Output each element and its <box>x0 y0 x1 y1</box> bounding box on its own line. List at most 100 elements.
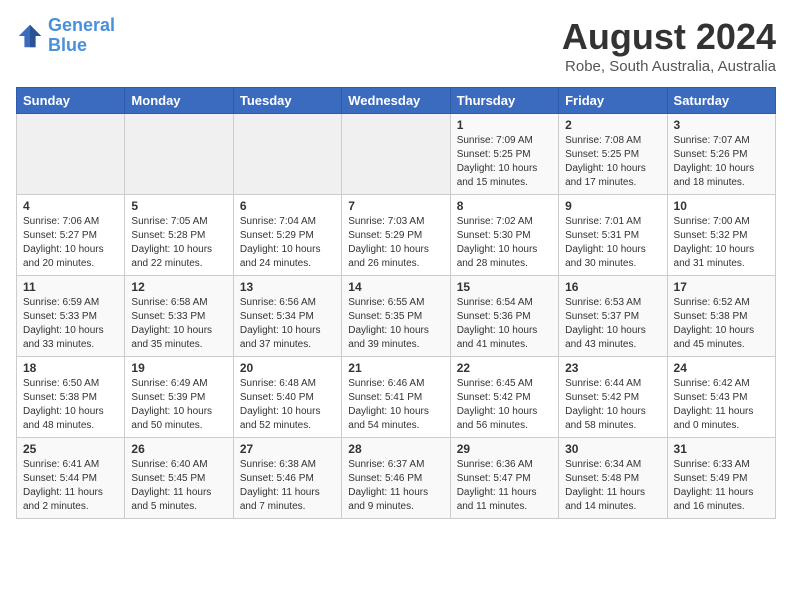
day-number: 30 <box>565 442 660 456</box>
day-number: 17 <box>674 280 769 294</box>
logo-text: General Blue <box>48 16 115 56</box>
table-cell: 17 Sunrise: 6:52 AM Sunset: 5:38 PM Dayli… <box>667 276 775 357</box>
day-info: Sunrise: 6:38 AM Sunset: 5:46 PM Dayligh… <box>240 458 335 514</box>
table-cell: 22 Sunrise: 6:45 AM Sunset: 5:42 PM Dayli… <box>450 357 558 438</box>
table-cell: 24 Sunrise: 6:42 AM Sunset: 5:43 PM Dayli… <box>667 357 775 438</box>
day-info: Sunrise: 7:07 AM Sunset: 5:26 PM Dayligh… <box>674 134 769 190</box>
table-cell: 4Sunrise: 7:06 AM Sunset: 5:27 PM Daylig… <box>17 195 125 276</box>
table-cell: 16Sunrise: 6:53 AM Sunset: 5:37 PM Dayli… <box>559 276 667 357</box>
location: Robe, South Australia, Australia <box>562 58 776 75</box>
header-thursday: Thursday <box>450 88 558 114</box>
table-cell: 19 Sunrise: 6:49 AM Sunset: 5:39 PM Dayli… <box>125 357 233 438</box>
day-info: Sunrise: 6:52 AM Sunset: 5:38 PM Dayligh… <box>674 296 769 352</box>
day-number: 29 <box>457 442 552 456</box>
day-info: Sunrise: 6:44 AM Sunset: 5:42 PM Dayligh… <box>565 377 660 433</box>
header-friday: Friday <box>559 88 667 114</box>
day-info: Sunrise: 6:58 AM Sunset: 5:33 PM Dayligh… <box>131 296 226 352</box>
day-number: 6 <box>240 199 335 213</box>
table-cell: 13 Sunrise: 6:56 AM Sunset: 5:34 PM Dayli… <box>233 276 341 357</box>
day-number: 13 <box>240 280 335 294</box>
table-cell: 6 Sunrise: 7:04 AM Sunset: 5:29 PM Daylig… <box>233 195 341 276</box>
header-monday: Monday <box>125 88 233 114</box>
week-row-4: 18 Sunrise: 6:50 AM Sunset: 5:38 PM Dayli… <box>17 357 776 438</box>
day-number: 2 <box>565 118 660 132</box>
table-cell: 23 Sunrise: 6:44 AM Sunset: 5:42 PM Dayli… <box>559 357 667 438</box>
table-cell <box>342 114 450 195</box>
day-info: Sunrise: 6:49 AM Sunset: 5:39 PM Dayligh… <box>131 377 226 433</box>
table-cell: 7 Sunrise: 7:03 AM Sunset: 5:29 PM Daylig… <box>342 195 450 276</box>
month-year: August 2024 <box>562 16 776 58</box>
day-number: 31 <box>674 442 769 456</box>
day-info: Sunrise: 6:45 AM Sunset: 5:42 PM Dayligh… <box>457 377 552 433</box>
day-number: 26 <box>131 442 226 456</box>
header-saturday: Saturday <box>667 88 775 114</box>
day-info: Sunrise: 6:42 AM Sunset: 5:43 PM Dayligh… <box>674 377 769 433</box>
day-info: Sunrise: 6:48 AM Sunset: 5:40 PM Dayligh… <box>240 377 335 433</box>
logo-line1: General <box>48 15 115 35</box>
day-number: 19 <box>131 361 226 375</box>
day-number: 12 <box>131 280 226 294</box>
day-number: 8 <box>457 199 552 213</box>
table-cell: 26 Sunrise: 6:40 AM Sunset: 5:45 PM Dayli… <box>125 438 233 519</box>
table-cell: 27Sunrise: 6:38 AM Sunset: 5:46 PM Dayli… <box>233 438 341 519</box>
header-wednesday: Wednesday <box>342 88 450 114</box>
table-cell: 30Sunrise: 6:34 AM Sunset: 5:48 PM Dayli… <box>559 438 667 519</box>
table-cell: 1Sunrise: 7:09 AM Sunset: 5:25 PM Daylig… <box>450 114 558 195</box>
day-number: 24 <box>674 361 769 375</box>
day-info: Sunrise: 6:36 AM Sunset: 5:47 PM Dayligh… <box>457 458 552 514</box>
table-cell: 31 Sunrise: 6:33 AM Sunset: 5:49 PM Dayli… <box>667 438 775 519</box>
day-info: Sunrise: 7:04 AM Sunset: 5:29 PM Dayligh… <box>240 215 335 271</box>
day-info: Sunrise: 6:46 AM Sunset: 5:41 PM Dayligh… <box>348 377 443 433</box>
table-cell: 21 Sunrise: 6:46 AM Sunset: 5:41 PM Dayli… <box>342 357 450 438</box>
table-cell: 12 Sunrise: 6:58 AM Sunset: 5:33 PM Dayli… <box>125 276 233 357</box>
day-info: Sunrise: 6:40 AM Sunset: 5:45 PM Dayligh… <box>131 458 226 514</box>
logo-line2: Blue <box>48 35 87 55</box>
day-number: 28 <box>348 442 443 456</box>
table-cell: 10Sunrise: 7:00 AM Sunset: 5:32 PM Dayli… <box>667 195 775 276</box>
day-info: Sunrise: 7:03 AM Sunset: 5:29 PM Dayligh… <box>348 215 443 271</box>
day-info: Sunrise: 6:56 AM Sunset: 5:34 PM Dayligh… <box>240 296 335 352</box>
day-info: Sunrise: 6:50 AM Sunset: 5:38 PM Dayligh… <box>23 377 118 433</box>
header-sunday: Sunday <box>17 88 125 114</box>
week-row-2: 4Sunrise: 7:06 AM Sunset: 5:27 PM Daylig… <box>17 195 776 276</box>
day-number: 20 <box>240 361 335 375</box>
week-row-5: 25Sunrise: 6:41 AM Sunset: 5:44 PM Dayli… <box>17 438 776 519</box>
table-cell <box>233 114 341 195</box>
day-info: Sunrise: 6:59 AM Sunset: 5:33 PM Dayligh… <box>23 296 118 352</box>
title-block: August 2024 Robe, South Australia, Austr… <box>562 16 776 75</box>
day-number: 22 <box>457 361 552 375</box>
table-cell: 29 Sunrise: 6:36 AM Sunset: 5:47 PM Dayli… <box>450 438 558 519</box>
logo-icon <box>16 22 44 50</box>
table-cell <box>125 114 233 195</box>
day-info: Sunrise: 6:55 AM Sunset: 5:35 PM Dayligh… <box>348 296 443 352</box>
day-number: 5 <box>131 199 226 213</box>
day-number: 15 <box>457 280 552 294</box>
day-info: Sunrise: 6:33 AM Sunset: 5:49 PM Dayligh… <box>674 458 769 514</box>
table-cell: 9Sunrise: 7:01 AM Sunset: 5:31 PM Daylig… <box>559 195 667 276</box>
week-row-1: 1Sunrise: 7:09 AM Sunset: 5:25 PM Daylig… <box>17 114 776 195</box>
table-cell: 14 Sunrise: 6:55 AM Sunset: 5:35 PM Dayli… <box>342 276 450 357</box>
day-number: 18 <box>23 361 118 375</box>
day-number: 14 <box>348 280 443 294</box>
day-info: Sunrise: 6:37 AM Sunset: 5:46 PM Dayligh… <box>348 458 443 514</box>
page-header: General Blue August 2024 Robe, South Aus… <box>16 16 776 75</box>
table-cell: 8Sunrise: 7:02 AM Sunset: 5:30 PM Daylig… <box>450 195 558 276</box>
day-number: 16 <box>565 280 660 294</box>
table-cell: 15Sunrise: 6:54 AM Sunset: 5:36 PM Dayli… <box>450 276 558 357</box>
day-info: Sunrise: 7:08 AM Sunset: 5:25 PM Dayligh… <box>565 134 660 190</box>
day-number: 7 <box>348 199 443 213</box>
logo: General Blue <box>16 16 115 56</box>
day-number: 21 <box>348 361 443 375</box>
table-cell: 2 Sunrise: 7:08 AM Sunset: 5:25 PM Daylig… <box>559 114 667 195</box>
day-number: 10 <box>674 199 769 213</box>
day-info: Sunrise: 7:01 AM Sunset: 5:31 PM Dayligh… <box>565 215 660 271</box>
day-number: 23 <box>565 361 660 375</box>
day-info: Sunrise: 7:06 AM Sunset: 5:27 PM Dayligh… <box>23 215 118 271</box>
day-number: 11 <box>23 280 118 294</box>
table-cell: 28 Sunrise: 6:37 AM Sunset: 5:46 PM Dayli… <box>342 438 450 519</box>
table-cell: 3Sunrise: 7:07 AM Sunset: 5:26 PM Daylig… <box>667 114 775 195</box>
table-cell: 5Sunrise: 7:05 AM Sunset: 5:28 PM Daylig… <box>125 195 233 276</box>
day-info: Sunrise: 6:41 AM Sunset: 5:44 PM Dayligh… <box>23 458 118 514</box>
header-tuesday: Tuesday <box>233 88 341 114</box>
table-cell: 11 Sunrise: 6:59 AM Sunset: 5:33 PM Dayli… <box>17 276 125 357</box>
